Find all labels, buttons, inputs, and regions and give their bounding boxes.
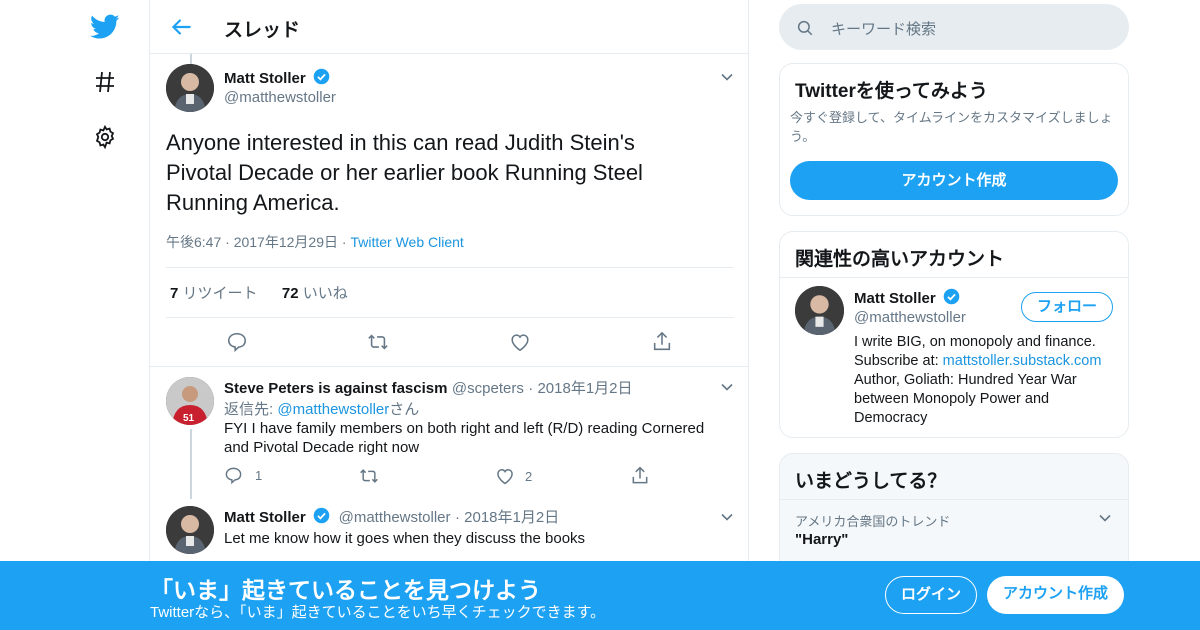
twitter-bird-icon[interactable]: [90, 12, 120, 42]
author-handle[interactable]: @matthewstoller: [224, 89, 336, 106]
signup-card: Twitterを使ってみよう 今すぐ登録して、タイムラインをカスタマイズしましょ…: [779, 63, 1129, 216]
tweet-text: FYI I have family members on both right …: [224, 420, 705, 456]
bio-subscribe-label: Subscribe at:: [854, 353, 943, 369]
thread-column: スレッド Matt Stoller @matthewstoller Anyone…: [149, 0, 749, 630]
tweet-client[interactable]: Twitter Web Client: [350, 234, 463, 250]
related-accounts-card: 関連性の高いアカウント Matt Stoller @matthewstoller…: [779, 231, 1129, 438]
bio-subscribe-line: Subscribe at: mattstoller.substack.com: [854, 352, 1119, 371]
share-icon: [632, 466, 648, 484]
thread-header: スレッド: [150, 0, 748, 54]
tweet-date[interactable]: 2018年1月2日: [537, 380, 632, 397]
chevron-down-icon[interactable]: [1098, 511, 1112, 525]
retweet-icon[interactable]: [367, 331, 389, 353]
reply-to-prefix: 返信先:: [224, 401, 278, 418]
like-label: いいね: [302, 285, 348, 302]
reply-icon: [225, 467, 242, 485]
tweet-date[interactable]: 2017年12月29日: [234, 234, 338, 250]
tweet-meta: 午後6:47 · 2017年12月29日 · Twitter Web Clien…: [166, 234, 464, 250]
reply-header: Matt Stoller @matthewstoller · 2018年1月2日: [224, 507, 560, 526]
tweet-date[interactable]: 2018年1月2日: [464, 509, 559, 526]
like-action[interactable]: 2: [495, 466, 532, 486]
author-handle[interactable]: @scpeters: [452, 380, 524, 397]
follow-button[interactable]: フォロー: [1021, 292, 1113, 322]
retweet-stat[interactable]: 7 リツイート: [170, 285, 258, 302]
thread-connector: [190, 429, 192, 499]
avatar[interactable]: [166, 506, 214, 554]
signup-banner: 「いま」起きていることを見つけよう Twitterなら、「いま」起きていることを…: [0, 561, 1200, 630]
verified-badge-icon: [313, 68, 330, 85]
svg-text:51: 51: [183, 413, 195, 424]
chevron-down-icon[interactable]: [720, 510, 734, 524]
create-account-button[interactable]: アカウント作成: [790, 161, 1118, 200]
reply-header: Steve Peters is against fascism @scpeter…: [224, 380, 633, 397]
reply-count: 1: [255, 468, 263, 483]
author-block: Matt Stoller: [224, 68, 330, 88]
search-placeholder: キーワード検索: [831, 21, 937, 38]
app-root: スレッド Matt Stoller @matthewstoller Anyone…: [0, 0, 1200, 630]
reply-to-handle[interactable]: @matthewstoller: [277, 401, 389, 418]
bio-line: Author, Goliath: Hundred Year War betwee…: [854, 372, 1077, 426]
card-title: 関連性の高いアカウント: [795, 249, 1005, 270]
retweet-icon: [360, 469, 378, 483]
trend-item[interactable]: "Harry": [795, 531, 848, 548]
heart-icon[interactable]: [509, 331, 531, 353]
avatar[interactable]: [795, 286, 844, 335]
back-arrow-icon[interactable]: [168, 14, 194, 40]
account-handle[interactable]: @matthewstoller: [854, 309, 966, 326]
divider: [780, 277, 1128, 278]
like-stat[interactable]: 72 いいね: [282, 285, 348, 302]
reply-icon[interactable]: [226, 331, 248, 353]
retweet-action[interactable]: [359, 466, 379, 486]
reply-action[interactable]: 1: [224, 466, 262, 485]
thread-connector: [190, 54, 192, 64]
create-account-button[interactable]: アカウント作成: [987, 576, 1124, 614]
hashtag-icon[interactable]: [90, 67, 120, 97]
divider: [166, 317, 734, 318]
bio-line: I write BIG, on monopoly and finance.: [854, 334, 1096, 350]
divider: [150, 366, 748, 367]
card-title: Twitterを使ってみよう: [795, 81, 988, 102]
reply-to-line: 返信先: @matthewstollerさん: [224, 398, 419, 419]
banner-headline: 「いま」起きていることを見つけよう: [150, 577, 541, 603]
account-bio: I write BIG, on monopoly and finance. Su…: [854, 333, 1119, 428]
tweet-stats: 7 リツイート 72 いいね: [170, 282, 348, 303]
verified-badge-icon: [313, 507, 330, 524]
author-handle[interactable]: @matthewstoller: [339, 509, 451, 526]
tweet-text: Let me know how it goes when they discus…: [224, 530, 586, 547]
author-name[interactable]: Matt Stoller: [224, 509, 306, 526]
chevron-down-icon[interactable]: [720, 380, 734, 394]
verified-badge-icon: [943, 288, 960, 305]
login-button[interactable]: ログイン: [885, 576, 977, 614]
search-icon: [797, 20, 813, 36]
card-description: 今すぐ登録して、タイムラインをカスタマイズしましょう。: [790, 110, 1113, 144]
heart-icon: [497, 468, 513, 485]
search-input[interactable]: キーワード検索: [779, 4, 1129, 50]
account-name-row: Matt Stoller: [854, 288, 960, 308]
chevron-down-icon[interactable]: [720, 70, 734, 84]
banner-subtext: Twitterなら、「いま」起きていることをいち早くチェックできます。: [150, 604, 606, 621]
tweet-time[interactable]: 午後6:47: [166, 234, 221, 250]
account-name[interactable]: Matt Stoller: [854, 290, 936, 307]
bio-link[interactable]: mattstoller.substack.com: [943, 353, 1102, 369]
author-name[interactable]: Matt Stoller: [224, 70, 306, 87]
trend-context: アメリカ合衆国のトレンド: [795, 514, 951, 529]
divider: [780, 499, 1128, 500]
tweet-text: Anyone interested in this can read Judit…: [166, 130, 643, 215]
share-icon[interactable]: [651, 331, 673, 353]
retweet-label: リツイート: [182, 285, 258, 302]
like-count: 2: [525, 468, 533, 484]
page-title: スレッド: [224, 20, 301, 41]
trends-card: いまどうしてる？ アメリカ合衆国のトレンド "Harry": [779, 453, 1129, 573]
gear-icon[interactable]: [90, 122, 120, 152]
card-title: いまどうしてる？: [795, 471, 947, 492]
reply-to-suffix: さん: [389, 401, 420, 418]
avatar[interactable]: [166, 64, 214, 112]
share-action[interactable]: [630, 466, 650, 486]
avatar[interactable]: 51: [166, 377, 214, 425]
retweet-count: 7: [170, 285, 179, 302]
like-count: 72: [281, 285, 299, 302]
author-name[interactable]: Steve Peters is against fascism: [224, 380, 447, 397]
divider: [166, 267, 734, 268]
